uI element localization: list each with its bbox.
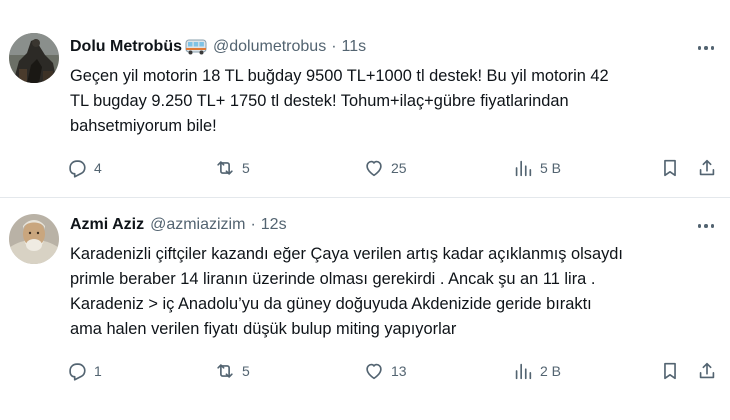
views-button[interactable]: 5 B xyxy=(512,157,561,179)
tweet-text-line: Karadeniz > iç Anadolu’yu da güney doğuy… xyxy=(70,295,592,313)
bookmark-icon xyxy=(664,159,676,177)
tweet-actions: 4 5 25 5 B xyxy=(66,155,720,181)
author-name[interactable]: Azmi Aziz xyxy=(70,216,144,234)
tweet-header: Dolu Metrobüs @dolumetrobus · 11s xyxy=(70,36,670,58)
bus-emoji-icon xyxy=(185,39,207,55)
tweet-text: Karadenizli çiftçiler kazandı eğer Çaya … xyxy=(70,242,718,342)
separator-dot: · xyxy=(331,38,337,55)
bookmark-button[interactable] xyxy=(659,157,681,179)
heart-icon xyxy=(366,363,382,380)
analytics-icon xyxy=(515,363,532,380)
reply-button[interactable]: 1 xyxy=(66,360,102,382)
author-handle[interactable]: @dolumetrobus xyxy=(213,38,326,56)
more-options-icon[interactable] xyxy=(694,216,718,236)
like-button[interactable]: 13 xyxy=(363,360,407,382)
avatar-image xyxy=(9,214,59,264)
analytics-icon xyxy=(515,160,532,177)
author-name[interactable]: Dolu Metrobüs xyxy=(70,38,182,56)
tweet-header: Azmi Aziz @azmiazizim · 12s xyxy=(70,214,670,236)
tweet[interactable]: Azmi Aziz @azmiazizim · 12s Karadenizli … xyxy=(0,198,730,420)
tweet-text-line: Geçen yil motorin 18 TL buğday 9500 TL+1… xyxy=(70,67,609,85)
author-handle[interactable]: @azmiazizim xyxy=(150,216,245,234)
retweet-button[interactable]: 5 xyxy=(214,360,250,382)
retweet-count: 5 xyxy=(242,160,250,176)
retweet-icon xyxy=(217,161,233,175)
timestamp[interactable]: 11s xyxy=(342,38,367,56)
avatar-image xyxy=(9,33,59,83)
share-icon xyxy=(699,159,715,176)
tweet-text-line: TL bugday 9.250 TL+ 1750 tl destek! Tohu… xyxy=(70,92,569,110)
reply-count: 1 xyxy=(94,363,102,379)
tweet[interactable]: Dolu Metrobüs @dolumetrobus · 11s Geçen … xyxy=(0,0,730,198)
separator-dot: · xyxy=(250,216,256,233)
share-icon xyxy=(699,362,715,379)
reply-button[interactable]: 4 xyxy=(66,157,102,179)
share-button[interactable] xyxy=(696,157,718,179)
bookmark-button[interactable] xyxy=(659,360,681,382)
view-count: 2 B xyxy=(540,363,562,379)
avatar[interactable] xyxy=(9,33,59,83)
like-count: 13 xyxy=(391,363,407,379)
tweet-text-line: bahsetmiyorum bile! xyxy=(70,117,217,135)
reply-icon xyxy=(69,363,86,381)
retweet-icon xyxy=(217,364,233,378)
share-button[interactable] xyxy=(696,360,718,382)
tweet-text-line: ama halen verilen fiyatı düşük bulup mit… xyxy=(70,320,457,338)
timestamp[interactable]: 12s xyxy=(261,216,287,234)
tweet-text: Geçen yil motorin 18 TL buğday 9500 TL+1… xyxy=(70,64,718,139)
bookmark-icon xyxy=(664,362,676,380)
heart-icon xyxy=(366,160,382,177)
like-count: 25 xyxy=(391,160,407,176)
more-options-icon[interactable] xyxy=(694,38,718,58)
retweet-count: 5 xyxy=(242,363,250,379)
reply-icon xyxy=(69,160,86,178)
tweet-actions: 1 5 13 2 B xyxy=(66,358,720,384)
views-button[interactable]: 2 B xyxy=(512,360,561,382)
view-count: 5 B xyxy=(540,160,562,176)
reply-count: 4 xyxy=(94,160,102,176)
like-button[interactable]: 25 xyxy=(363,157,407,179)
retweet-button[interactable]: 5 xyxy=(214,157,250,179)
tweet-text-line: Karadenizli çiftçiler kazandı eğer Çaya … xyxy=(70,245,623,263)
tweet-text-line: primle beraber 14 liranın üzerinde olmas… xyxy=(70,270,596,288)
avatar[interactable] xyxy=(9,214,59,264)
